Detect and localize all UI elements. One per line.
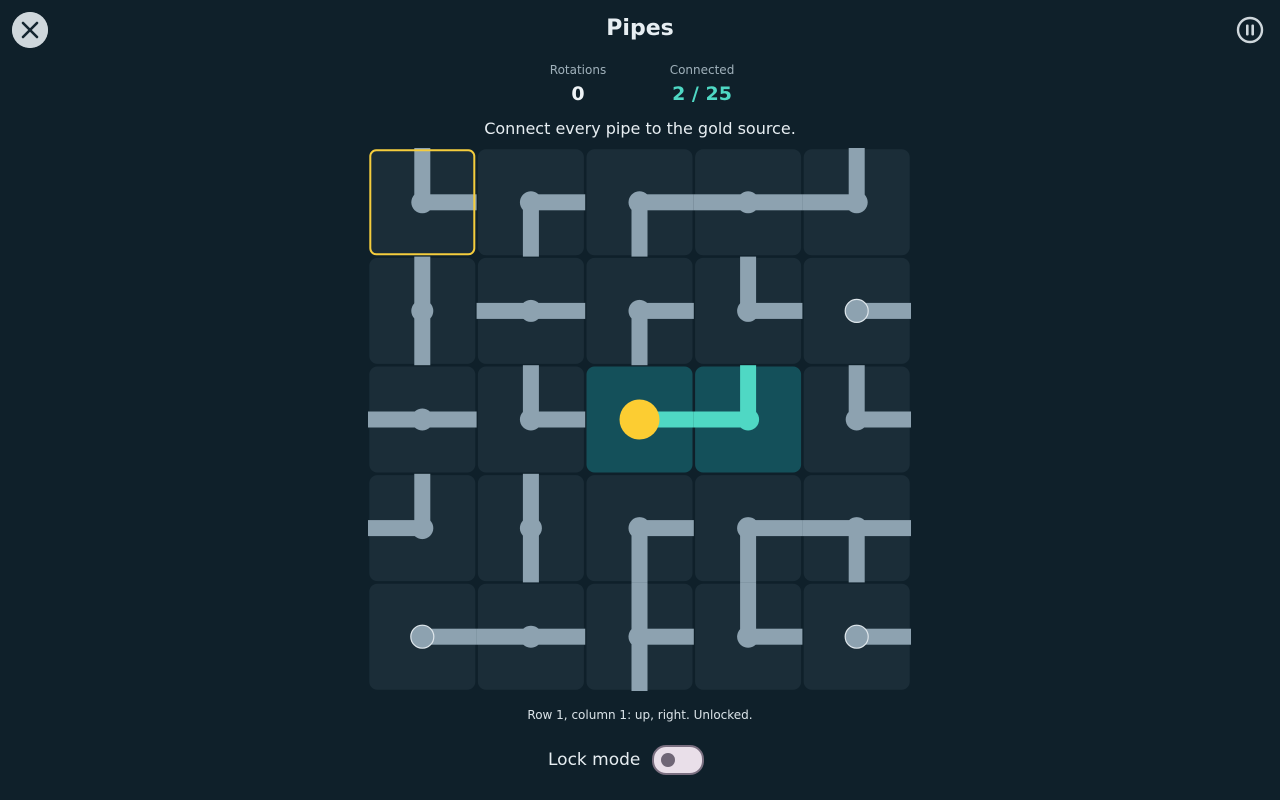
pipe-r3-c1 [368, 408, 477, 431]
pipe-joint [845, 191, 868, 214]
pipe-r1-c4 [693, 191, 803, 214]
selection-status: Row 1, column 1: up, right. Unlocked. [527, 708, 753, 722]
rotations-stat: Rotations 0 [528, 62, 628, 106]
connected-stat: Connected 2 / 25 [652, 62, 752, 106]
pipe-r2-c2 [476, 299, 586, 322]
gold-source-node [619, 399, 660, 440]
pipe-joint [411, 408, 434, 431]
pipe-r5-c2 [476, 625, 586, 648]
pause-icon [1236, 16, 1264, 44]
pipe-joint [519, 299, 542, 322]
pipe-joint [519, 408, 542, 431]
pipe-joint [737, 625, 760, 648]
pipe-joint [737, 408, 760, 431]
connected-value: 2 / 25 [672, 83, 732, 105]
endpoint-node [844, 298, 869, 323]
lock-mode-toggle[interactable] [652, 745, 705, 775]
instruction-text: Connect every pipe to the gold source. [484, 119, 796, 138]
pipe-joint [628, 191, 651, 214]
pipe-joint [845, 408, 868, 431]
pipe-grid [368, 148, 911, 691]
pipe-joint [411, 517, 434, 540]
rotations-value: 0 [571, 83, 585, 105]
pipe-joint [411, 191, 434, 214]
pipes-game-screen: Pipes Rotations 0 Connected 2 / 25 Conne… [0, 0, 1280, 800]
pipe-joint [737, 299, 760, 322]
pipe-joint [737, 517, 760, 540]
pipe-r2-c1 [411, 256, 434, 366]
pipe-joint [845, 517, 868, 540]
endpoint-node [410, 624, 435, 649]
pipe-joint [519, 191, 542, 214]
rotations-label: Rotations [549, 63, 607, 77]
lock-mode-label: Lock mode [548, 750, 641, 770]
puzzle-board [368, 148, 912, 692]
pause-button[interactable] [1232, 12, 1268, 48]
connected-label: Connected [669, 63, 735, 77]
pipe-joint [628, 517, 651, 540]
pipe-joint [519, 517, 542, 540]
lock-mode-row: Lock mode [548, 744, 705, 776]
pipe-joint [519, 625, 542, 648]
pipe-joint [628, 299, 651, 322]
pipe-r4-c2 [519, 473, 542, 583]
pipe-joint [628, 625, 651, 648]
pipe-joint [411, 299, 434, 322]
page-title: Pipes [606, 16, 674, 41]
toggle-knob [661, 753, 676, 767]
endpoint-node [844, 624, 869, 649]
pipe-joint [737, 191, 760, 214]
